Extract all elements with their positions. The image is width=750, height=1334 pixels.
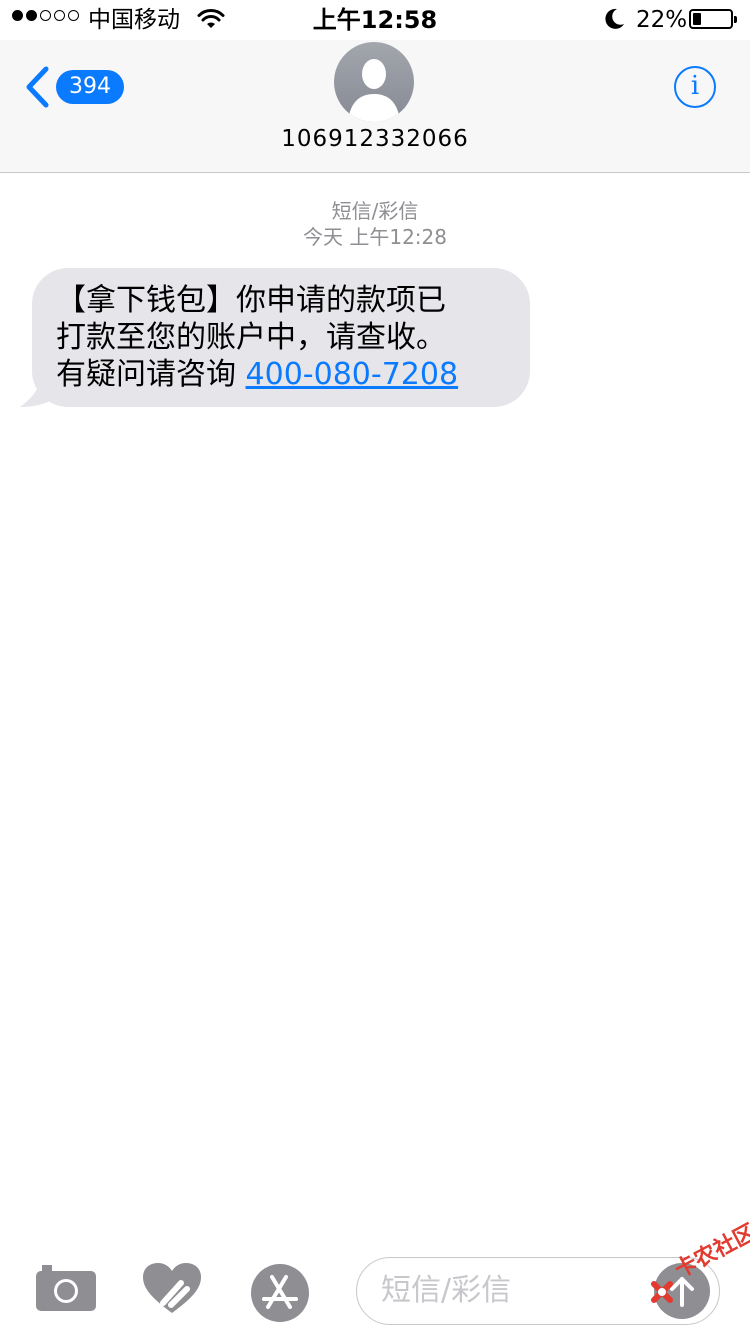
message-line-1: 【拿下钱包】你申请的款项已	[56, 283, 446, 318]
unread-count-badge: 394	[56, 70, 124, 104]
conversation-header: 394 106912332066 i	[0, 40, 750, 173]
person-silhouette-icon	[348, 59, 400, 122]
info-button[interactable]: i	[674, 66, 716, 108]
heart-hand-icon	[143, 1263, 201, 1313]
app-store-icon	[251, 1264, 309, 1322]
message-bubble[interactable]: 【拿下钱包】你申请的款项已 打款至您的账户中，请查收。 有疑问请咨询 400-0…	[32, 268, 530, 407]
phone-number-link[interactable]: 400-080-7208	[246, 357, 459, 392]
contact-avatar[interactable]	[334, 42, 414, 122]
chevron-left-icon	[26, 66, 49, 108]
message-line-3-text: 有疑问请咨询	[56, 357, 246, 392]
do-not-disturb-moon-icon	[604, 7, 626, 35]
camera-button[interactable]	[36, 1265, 96, 1315]
back-button[interactable]: 394	[24, 66, 124, 108]
info-icon: i	[690, 71, 700, 101]
digital-touch-button[interactable]	[143, 1263, 201, 1319]
message-line-3: 有疑问请咨询 400-080-7208	[56, 356, 530, 393]
status-bar: 中国移动 上午12:58 22%	[0, 0, 750, 40]
battery-icon	[689, 9, 737, 29]
message-type-label: 短信/彩信	[331, 199, 419, 223]
message-input-bar	[0, 1243, 750, 1334]
battery-percentage: 22%	[636, 7, 688, 33]
contact-number[interactable]: 106912332066	[0, 124, 750, 154]
app-store-button[interactable]	[250, 1263, 310, 1327]
incoming-message[interactable]: 【拿下钱包】你申请的款项已 打款至您的账户中，请查收。 有疑问请咨询 400-0…	[20, 268, 530, 407]
message-text-input[interactable]	[381, 1258, 651, 1322]
camera-icon	[36, 1265, 96, 1311]
message-timestamp: 今天 上午12:28	[303, 225, 447, 249]
message-line-2: 打款至您的账户中，请查收。	[56, 320, 446, 355]
